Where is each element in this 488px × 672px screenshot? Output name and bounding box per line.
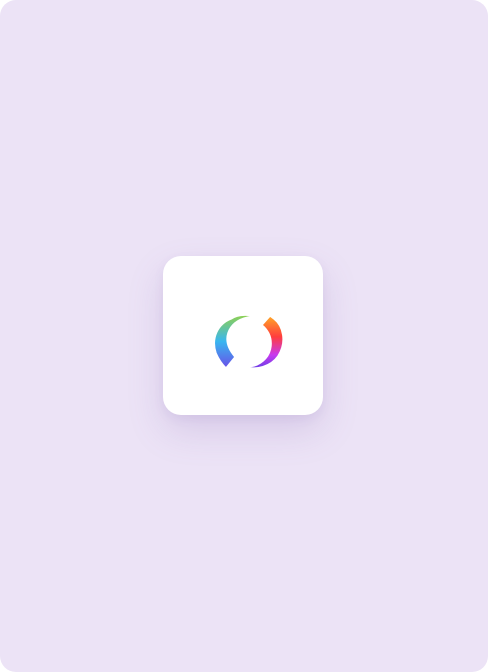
splash-screen xyxy=(0,0,488,672)
sync-logo-icon xyxy=(213,313,284,369)
logo-right-arc xyxy=(243,314,284,369)
app-icon-tile[interactable] xyxy=(163,256,323,415)
logo-left-arc xyxy=(213,313,262,369)
